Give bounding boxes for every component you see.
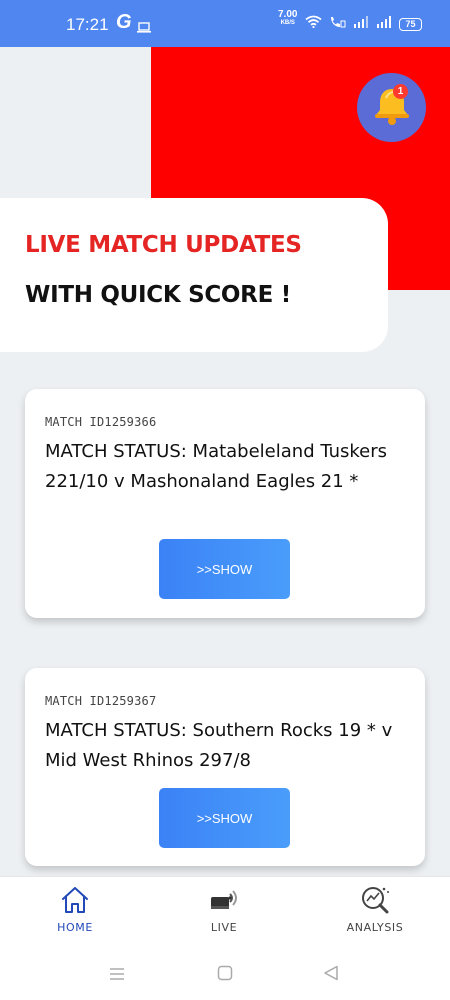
nav-item-live[interactable]: LIVE [174,885,274,934]
match-id: MATCH ID1259367 [45,694,157,708]
analysis-icon [359,887,391,919]
match-id: MATCH ID1259366 [45,415,157,429]
live-broadcast-icon [208,890,240,919]
net-speed: 7.00 KB/S [278,10,297,28]
home-system-icon[interactable] [217,965,233,985]
match-card: MATCH ID1259366 MATCH STATUS: Matabelela… [25,389,425,618]
hero-title: LIVE MATCH UPDATES [25,232,302,258]
nav-label: LIVE [210,921,238,934]
status-icons: 75 [305,15,422,33]
nav-item-home[interactable]: HOME [25,885,125,934]
laptop-icon [137,20,151,38]
nav-label: HOME [57,921,93,934]
signal-icon [376,15,392,33]
match-status: MATCH STATUS: Matabeleland Tuskers 221/1… [45,441,388,492]
signal-icon [353,15,369,33]
bottom-nav: HOME LIVE ANALYSIS [0,876,450,956]
notification-badge: 1 [393,84,408,99]
net-speed-unit: KB/S [280,20,295,26]
status-bar: 17:21 G 7.00 KB/S 75 [0,0,450,47]
status-time: 17:21 [66,15,109,34]
battery-icon: 75 [399,17,422,31]
hero-card [0,198,388,352]
notification-button[interactable] [357,73,426,142]
match-card: MATCH ID1259367 MATCH STATUS: Southern R… [25,668,425,866]
show-match-button[interactable]: >>SHOW [159,788,290,848]
system-nav-bar [0,956,450,1000]
wifi-icon [305,15,322,33]
hero-subtitle: WITH QUICK SCORE ! [25,282,291,308]
nav-label: ANALYSIS [346,921,404,934]
volte-call-icon [329,15,346,33]
home-icon [60,887,90,919]
show-match-button[interactable]: >>SHOW [159,539,290,599]
g-app-icon: G [116,11,132,33]
recents-icon[interactable] [109,966,125,985]
match-status: MATCH STATUS: Southern Rocks 19 * v Mid … [45,720,393,771]
nav-item-analysis[interactable]: ANALYSIS [325,885,425,934]
back-icon[interactable] [323,965,339,985]
